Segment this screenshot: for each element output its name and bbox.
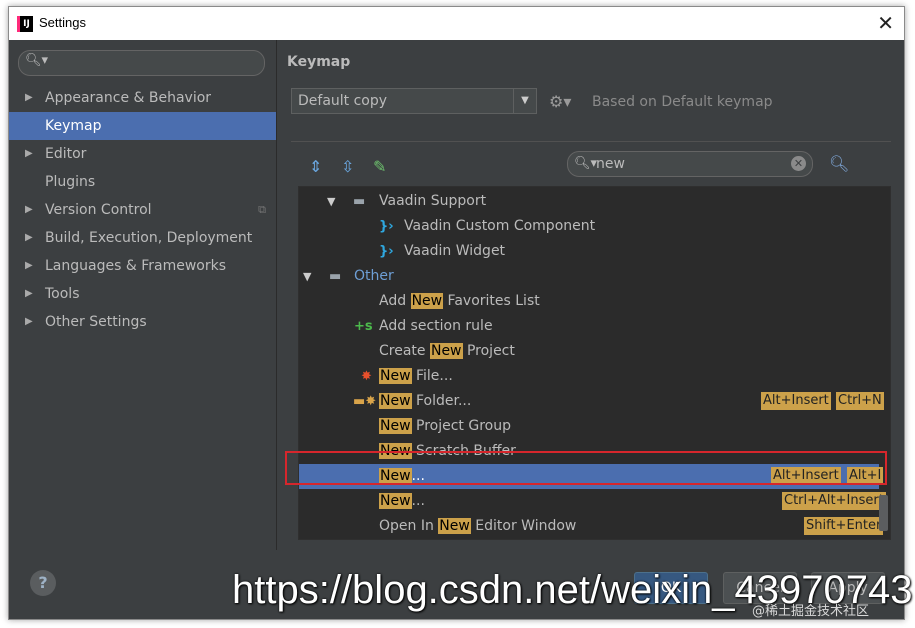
keymap-filter-input[interactable]: 🔍︎▾ new ✕: [567, 151, 813, 177]
settings-search-input[interactable]: 🔍︎▾: [18, 50, 265, 76]
collapse-arrow-icon[interactable]: ▼: [303, 264, 311, 289]
intellij-app-icon: IJ: [17, 16, 33, 32]
expand-all-icon[interactable]: ⇕: [309, 157, 322, 176]
tree-row[interactable]: }› Vaadin Widget: [299, 239, 879, 264]
settings-sidebar: 🔍︎▾ ▶ Appearance & Behavior Keymap ▶ Edi…: [9, 40, 277, 550]
divider: [291, 141, 891, 142]
copy-project-settings-icon: ⧉: [258, 203, 266, 216]
tree-row-label: New Project Group: [379, 418, 511, 434]
tree-row-label: Add New Favorites List: [379, 293, 540, 309]
tree-row-label: Create New Project: [379, 343, 515, 359]
tree-row[interactable]: ▼ ▬ Vaadin Support: [299, 189, 879, 214]
sidebar-item-build-execution-deployment[interactable]: ▶ Build, Execution, Deployment: [9, 224, 276, 252]
expand-arrow-icon: ▶: [25, 288, 33, 299]
tree-row-label: Open In New Editor Window: [379, 518, 577, 534]
sidebar-item-label: Build, Execution, Deployment: [45, 230, 253, 246]
settings-dialog: IJ Settings ✕ 🔍︎▾ ▶ Appearance & Behavio…: [8, 6, 905, 620]
collapse-arrow-icon[interactable]: ▼: [327, 189, 335, 214]
shortcut-badge: Ctrl+Alt+Insert: [782, 492, 886, 510]
sidebar-item-plugins[interactable]: Plugins: [9, 168, 276, 196]
expand-arrow-icon: ▶: [25, 232, 33, 243]
search-icon: 🔍︎▾: [25, 53, 49, 68]
search-icon: 🔍︎▾: [574, 156, 598, 171]
new-folder-icon: ▬✸: [353, 394, 377, 409]
tree-row[interactable]: ▬✸ New Folder... Alt+Insert Ctrl+N: [299, 389, 884, 414]
sidebar-item-keymap[interactable]: Keymap: [9, 112, 276, 140]
vaadin-icon: }›: [379, 219, 394, 234]
folder-icon: ▬: [353, 194, 366, 209]
shortcut-badge: Ctrl+N: [836, 392, 884, 410]
folder-icon: ▬: [329, 269, 342, 284]
tree-row-label: New...: [379, 493, 425, 509]
tree-row[interactable]: }› Vaadin Custom Component: [299, 214, 879, 239]
window-title: Settings: [39, 15, 86, 30]
based-on-label: Based on Default keymap: [592, 94, 773, 110]
find-by-shortcut-icon[interactable]: 🔍︎: [829, 154, 849, 173]
vaadin-icon: }›: [379, 244, 394, 259]
sidebar-item-label: Tools: [45, 286, 80, 302]
tree-row[interactable]: ✸ New File...: [299, 364, 879, 389]
gear-icon[interactable]: ⚙▾: [549, 92, 571, 111]
sidebar-item-editor[interactable]: ▶ Editor: [9, 140, 276, 168]
close-icon[interactable]: ✕: [877, 11, 894, 35]
sidebar-item-label: Editor: [45, 146, 87, 162]
sidebar-item-other-settings[interactable]: ▶ Other Settings: [9, 308, 276, 336]
tree-row-label: New File...: [379, 368, 453, 384]
keymap-select-value: Default copy: [298, 93, 388, 109]
new-file-icon: ✸: [361, 369, 372, 384]
expand-arrow-icon: ▶: [25, 204, 33, 215]
tree-row[interactable]: Create New Project: [299, 339, 879, 364]
collapse-all-icon[interactable]: ⇳: [341, 157, 354, 176]
actions-tree[interactable]: ▼ ▬ Vaadin Support }› Vaadin Custom Comp…: [298, 186, 891, 540]
tree-row-label: Add section rule: [379, 318, 493, 334]
sidebar-item-languages-frameworks[interactable]: ▶ Languages & Frameworks: [9, 252, 276, 280]
page-title: Keymap: [287, 54, 351, 70]
filter-value: new: [596, 156, 625, 172]
tree-row[interactable]: Open In New Editor Window Shift+Enter: [299, 514, 884, 539]
sidebar-item-label: Other Settings: [45, 314, 147, 330]
tree-row[interactable]: New... Ctrl+Alt+Insert: [299, 489, 886, 514]
sidebar-item-label: Languages & Frameworks: [45, 258, 226, 274]
tree-row-label: New Folder...: [379, 393, 472, 409]
tree-row-label: Vaadin Custom Component: [404, 218, 596, 234]
tree-row[interactable]: ▼ ▬ Other: [299, 264, 879, 289]
edit-pencil-icon[interactable]: ✎: [373, 157, 386, 176]
sidebar-item-label: Version Control: [45, 202, 152, 218]
expand-arrow-icon: ▶: [25, 316, 33, 327]
tree-row-label: Other: [354, 268, 394, 284]
tree-row-label: Vaadin Widget: [404, 243, 506, 259]
sidebar-item-label: Appearance & Behavior: [45, 90, 212, 106]
sidebar-item-appearance-behavior[interactable]: ▶ Appearance & Behavior: [9, 84, 276, 112]
expand-arrow-icon: ▶: [25, 148, 33, 159]
add-section-icon: +s: [354, 319, 373, 334]
tree-row[interactable]: Add New Favorites List: [299, 289, 879, 314]
sidebar-item-label: Plugins: [45, 174, 96, 190]
sidebar-item-version-control[interactable]: ▶ Version Control ⧉: [9, 196, 276, 224]
expand-arrow-icon: ▶: [25, 260, 33, 271]
title-bar: IJ Settings ✕: [9, 7, 904, 40]
chevron-down-icon[interactable]: ▼: [513, 89, 536, 113]
sidebar-item-label: Keymap: [45, 118, 102, 134]
tree-scrollbar[interactable]: [879, 495, 888, 531]
expand-arrow-icon: ▶: [25, 92, 33, 103]
sidebar-item-tools[interactable]: ▶ Tools: [9, 280, 276, 308]
shortcut-badge: Shift+Enter: [804, 517, 884, 535]
annotation-highlight-box: [285, 451, 887, 485]
tree-row[interactable]: +s Add section rule: [299, 314, 879, 339]
tree-row-label: Vaadin Support: [379, 193, 487, 209]
shortcut-badge: Alt+Insert: [761, 392, 831, 410]
keymap-select[interactable]: Default copy ▼: [291, 88, 537, 114]
clear-icon[interactable]: ✕: [791, 156, 806, 171]
help-icon[interactable]: ?: [30, 570, 56, 596]
watermark-caption: @稀土掘金技术社区: [752, 604, 870, 619]
tree-row[interactable]: New Project Group: [299, 414, 879, 439]
